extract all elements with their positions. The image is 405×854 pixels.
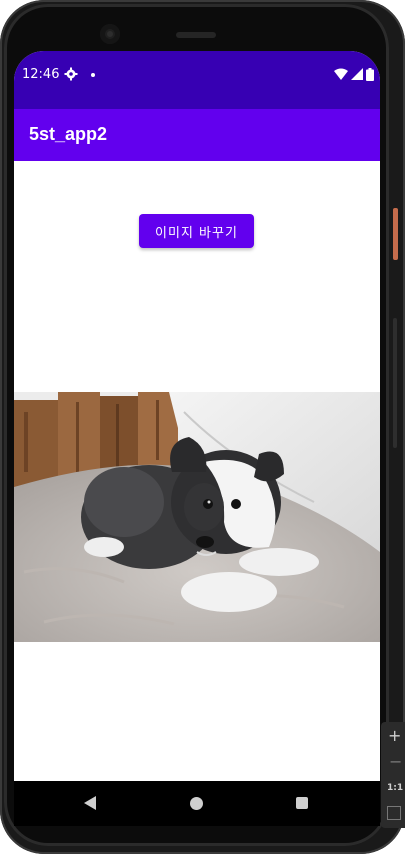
navigation-bar: [14, 781, 380, 826]
zoom-in-button[interactable]: +: [388, 728, 401, 744]
zoom-out-button[interactable]: −: [389, 754, 402, 770]
status-time: 12:46: [22, 67, 60, 82]
volume-button[interactable]: [393, 318, 397, 448]
emulator-zoom-panel: + − 1:1: [381, 722, 405, 828]
recents-icon[interactable]: [296, 797, 308, 809]
front-camera: [100, 24, 120, 44]
wifi-icon: [334, 68, 348, 80]
cell-signal-icon: [351, 68, 363, 80]
actual-size-button[interactable]: 1:1: [387, 783, 403, 793]
app-bar: 5st_app2: [14, 109, 380, 161]
earpiece-speaker: [176, 32, 216, 38]
puppy-image: [14, 392, 380, 642]
battery-icon: [366, 67, 374, 81]
change-image-button[interactable]: 이미지 바꾸기: [139, 214, 254, 248]
status-icons: [334, 67, 374, 81]
fit-screen-icon[interactable]: [387, 806, 401, 820]
main-content: 이미지 바꾸기: [14, 161, 380, 781]
app-title: 5st_app2: [29, 124, 108, 144]
home-icon[interactable]: [190, 797, 203, 810]
back-icon[interactable]: [84, 796, 96, 810]
phone-screen: 12:46 5st_app2 이미지 바꾸기: [14, 51, 380, 826]
settings-icon: [64, 67, 78, 81]
notification-dot-icon: [91, 73, 95, 77]
power-button[interactable]: [393, 208, 398, 260]
device-frame: 12:46 5st_app2 이미지 바꾸기 + − 1:1: [0, 0, 405, 854]
status-bar: 12:46: [14, 51, 380, 109]
